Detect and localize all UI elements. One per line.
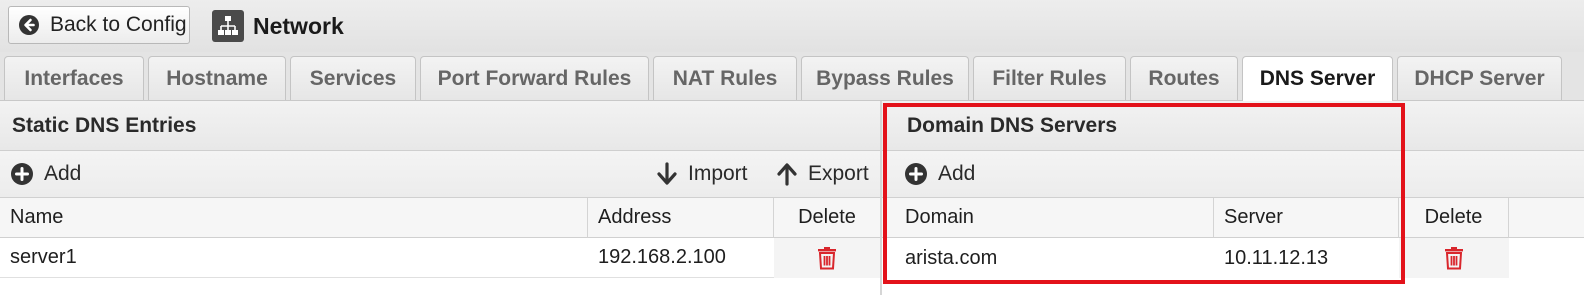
- page-title-group: Network: [212, 9, 344, 43]
- static-dns-add-label: Add: [44, 162, 82, 185]
- plus-circle-icon: [904, 162, 928, 186]
- domain-delete-cell: [1399, 238, 1509, 278]
- export-label: Export: [808, 162, 869, 185]
- column-header-address[interactable]: Address: [588, 198, 774, 238]
- tab-filter-rules[interactable]: Filter Rules: [973, 56, 1126, 100]
- tab-dhcp-server[interactable]: DHCP Server: [1397, 56, 1562, 100]
- static-dns-address-value: 192.168.2.100: [598, 246, 726, 268]
- column-header-domain-delete[interactable]: Delete: [1399, 198, 1509, 238]
- static-dns-delete-cell: [774, 238, 880, 278]
- circle-arrow-left-icon: [18, 14, 40, 36]
- static-dns-toolbar: Add Import Export: [0, 151, 880, 198]
- tab-dns-server[interactable]: DNS Server: [1242, 56, 1393, 101]
- column-header-domain-delete-label: Delete: [1424, 206, 1483, 228]
- domain-dns-add-label: Add: [938, 162, 976, 185]
- network-icon: [212, 10, 244, 42]
- static-dns-name-cell: server1: [10, 246, 77, 268]
- column-header-name[interactable]: Name: [0, 198, 588, 238]
- column-header-name-label: Name: [10, 206, 64, 228]
- import-button[interactable]: Import: [656, 151, 748, 197]
- domain-dns-toolbar: Add: [882, 151, 1584, 198]
- column-header-address-label: Address: [598, 206, 672, 228]
- trash-icon[interactable]: [1444, 246, 1464, 270]
- column-header-delete[interactable]: Delete: [774, 198, 880, 238]
- column-header-delete-label: Delete: [798, 206, 856, 228]
- page-title: Network: [253, 12, 344, 39]
- domain-dns-add-button[interactable]: Add: [904, 151, 975, 197]
- table-row[interactable]: arista.com: [882, 238, 1214, 278]
- tab-bypass-rules[interactable]: Bypass Rules: [801, 56, 969, 100]
- tab-services[interactable]: Services: [290, 56, 416, 100]
- column-header-domain[interactable]: Domain: [882, 198, 1214, 238]
- trash-icon[interactable]: [817, 246, 837, 270]
- arrow-up-icon: [776, 162, 798, 186]
- static-dns-add-button[interactable]: Add: [10, 151, 81, 197]
- tab-port-forward-rules[interactable]: Port Forward Rules: [420, 56, 649, 100]
- tab-interfaces[interactable]: Interfaces: [4, 56, 144, 100]
- tab-strip: Interfaces Hostname Services Port Forwar…: [0, 52, 1584, 101]
- static-dns-panel-header: Static DNS Entries: [0, 101, 880, 151]
- column-header-filler: [1509, 198, 1584, 238]
- static-dns-title: Static DNS Entries: [12, 113, 197, 137]
- table-row[interactable]: server1: [0, 238, 588, 278]
- column-header-domain-label: Domain: [905, 206, 974, 228]
- domain-cell: arista.com: [905, 246, 998, 269]
- tab-nat-rules[interactable]: NAT Rules: [653, 56, 797, 100]
- plus-circle-icon: [10, 162, 34, 186]
- arrow-down-icon: [656, 162, 678, 186]
- column-header-server[interactable]: Server: [1214, 198, 1399, 238]
- import-label: Import: [688, 162, 748, 185]
- top-bar: Back to Config Network: [0, 0, 1584, 52]
- static-dns-address-cell: 192.168.2.100: [588, 238, 774, 278]
- back-to-config-button[interactable]: Back to Config: [8, 6, 190, 44]
- export-button[interactable]: Export: [776, 151, 869, 197]
- domain-dns-title: Domain DNS Servers: [907, 113, 1118, 137]
- column-header-server-label: Server: [1224, 206, 1283, 228]
- tab-routes[interactable]: Routes: [1130, 56, 1238, 100]
- server-value: 10.11.12.13: [1224, 246, 1329, 269]
- domain-dns-panel-header: Domain DNS Servers: [882, 101, 1584, 151]
- tab-hostname[interactable]: Hostname: [148, 56, 286, 100]
- back-button-label: Back to Config: [50, 13, 187, 36]
- server-cell: 10.11.12.13: [1214, 238, 1399, 278]
